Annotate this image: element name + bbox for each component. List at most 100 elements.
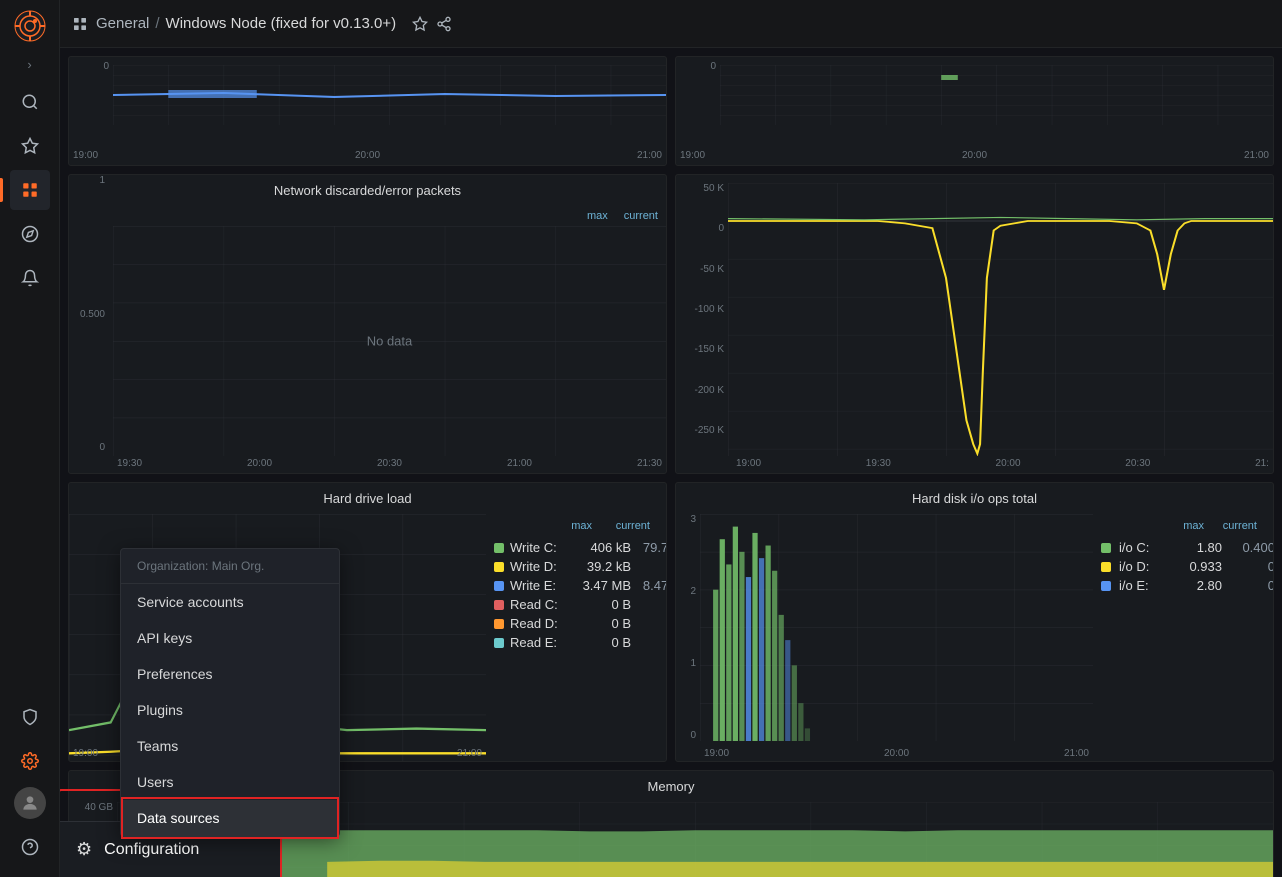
y-label: -50 K xyxy=(680,264,724,275)
x-label: 21:00 xyxy=(457,748,482,759)
hd-dot-reade xyxy=(494,638,504,648)
x-label: 20:00 xyxy=(962,150,987,161)
network-legend: max current xyxy=(69,206,666,226)
y-label: 0.500 xyxy=(69,309,105,320)
panel-top-left: 0 19:00 20:00 21:0 xyxy=(68,56,667,166)
io-dot-c xyxy=(1101,543,1111,553)
sidebar-item-configuration[interactable] xyxy=(10,741,50,781)
io-val2-c: 0.400 xyxy=(1230,540,1274,555)
hd-val2-writee: 8.47 kB xyxy=(637,578,667,593)
y-axis-right: 50 K 0 -50 K -100 K -150 K -200 K -250 K xyxy=(676,183,728,456)
hd-label-writec: Write C: xyxy=(510,540,570,555)
config-menu-data-sources[interactable]: Data sources xyxy=(121,800,339,836)
hd-label-writed: Write D: xyxy=(510,559,570,574)
hd-val-readd: 0 B xyxy=(576,616,631,631)
panel-network-title: Network discarded/error packets xyxy=(69,175,666,206)
hd-dot-writec xyxy=(494,543,504,553)
hd-label-writee: Write E: xyxy=(510,578,570,593)
config-menu-plugins[interactable]: Plugins xyxy=(121,692,339,728)
dashboard-type-icon xyxy=(72,16,88,32)
hd-label-reade: Read E: xyxy=(510,635,570,650)
x-label: 19:00 xyxy=(704,748,729,759)
col-current-io: current xyxy=(1212,520,1257,532)
star-button[interactable] xyxy=(412,16,428,32)
sidebar-item-search[interactable] xyxy=(10,82,50,122)
panel-hard-disk-title: Hard disk i/o ops total xyxy=(676,483,1273,514)
x-label: 21:00 xyxy=(507,458,532,469)
config-menu-users[interactable]: Users xyxy=(121,764,339,800)
io-val2-e: 0 xyxy=(1230,578,1274,593)
hd-row-readd: Read D: 0 B 0 B xyxy=(494,614,658,633)
y-label: 1 xyxy=(676,658,696,669)
io-val-e: 2.80 xyxy=(1177,578,1222,593)
panel-hard-load-title: Hard drive load xyxy=(69,483,666,514)
x-label: 20:30 xyxy=(1125,458,1150,469)
sidebar-item-starred[interactable] xyxy=(10,126,50,166)
header-actions xyxy=(412,16,452,32)
config-menu-preferences[interactable]: Preferences xyxy=(121,656,339,692)
hd-val-writee: 3.47 MB xyxy=(576,578,631,593)
io-row-e: i/o E: 2.80 0 xyxy=(1101,576,1265,595)
io-label-e: i/o E: xyxy=(1119,578,1169,593)
y-label: 50 K xyxy=(680,183,724,194)
panel-top-right: 0 19:00 20:00 21:00 xyxy=(675,56,1274,166)
main-content: General / Windows Node (fixed for v0.13.… xyxy=(60,0,1282,877)
hard-load-legend: max current Write C: 406 kB 79.7 kB Writ… xyxy=(486,514,666,761)
x-label: 19:00 xyxy=(680,150,705,161)
sidebar-item-shield[interactable] xyxy=(10,697,50,737)
y-label: 1 xyxy=(69,175,105,186)
x-label: 21:00 xyxy=(637,150,662,161)
hd-val2-reade: 0 B xyxy=(637,635,667,650)
y-label: 40 GB xyxy=(73,802,113,813)
legend-max: max xyxy=(587,210,608,222)
x-label: 19:00 xyxy=(736,458,761,469)
header: General / Windows Node (fixed for v0.13.… xyxy=(60,0,1282,48)
x-label: 20:00 xyxy=(247,458,272,469)
grafana-logo[interactable] xyxy=(12,8,48,44)
breadcrumb-separator: / xyxy=(155,15,159,32)
hd-val2-readd: 0 B xyxy=(637,616,667,631)
y-label: -150 K xyxy=(680,344,724,355)
config-org: Organization: Main Org. xyxy=(121,549,339,584)
panel-network: Network discarded/error packets max curr… xyxy=(68,174,667,474)
y-label: -250 K xyxy=(680,425,724,436)
hd-dot-writed xyxy=(494,562,504,572)
io-label-d: i/o D: xyxy=(1119,559,1169,574)
y-label: 0 xyxy=(676,730,696,741)
col-max: max xyxy=(537,520,592,532)
sidebar-toggle[interactable]: › xyxy=(10,52,50,76)
sidebar-item-alerting[interactable] xyxy=(10,258,50,298)
y-label: 3 xyxy=(676,514,696,525)
sidebar: › xyxy=(0,0,60,877)
hd-label-readc: Read C: xyxy=(510,597,570,612)
x-label: 21:30 xyxy=(637,458,662,469)
breadcrumb-home[interactable]: General xyxy=(96,15,149,32)
col-current: current xyxy=(600,520,650,532)
panel-network-right: 50 K 0 -50 K -100 K -150 K -200 K -250 K xyxy=(675,174,1274,474)
config-menu-api-keys[interactable]: API keys xyxy=(121,620,339,656)
x-label: 21: xyxy=(1255,458,1269,469)
y-label: 2 xyxy=(676,586,696,597)
io-legend: max current i/o C: 1.80 0.400 i/o D: xyxy=(1093,514,1273,761)
sidebar-item-dashboards[interactable] xyxy=(10,170,50,210)
x-label: 20:00 xyxy=(884,748,909,759)
sidebar-item-help[interactable] xyxy=(10,827,50,867)
y-label: -200 K xyxy=(680,385,724,396)
config-menu-service-accounts[interactable]: Service accounts xyxy=(121,584,339,620)
sidebar-item-explore[interactable] xyxy=(10,214,50,254)
x-label: 20:30 xyxy=(377,458,402,469)
io-val-c: 1.80 xyxy=(1177,540,1222,555)
x-label: 19:00 xyxy=(73,748,98,759)
hd-row-writee: Write E: 3.47 MB 8.47 kB xyxy=(494,576,658,595)
hd-val2-writec: 79.7 kB xyxy=(637,540,667,555)
hd-row-reade: Read E: 0 B 0 B xyxy=(494,633,658,652)
hd-row-readc: Read C: 0 B 0 B xyxy=(494,595,658,614)
legend-current: current xyxy=(624,210,658,222)
io-label-c: i/o C: xyxy=(1119,540,1169,555)
x-label: 20:00 xyxy=(996,458,1021,469)
avatar[interactable] xyxy=(14,787,46,819)
share-button[interactable] xyxy=(436,16,452,32)
config-menu-teams[interactable]: Teams xyxy=(121,728,339,764)
hd-val2-readc: 0 B xyxy=(637,597,667,612)
config-gear-icon: ⚙ xyxy=(76,839,92,860)
